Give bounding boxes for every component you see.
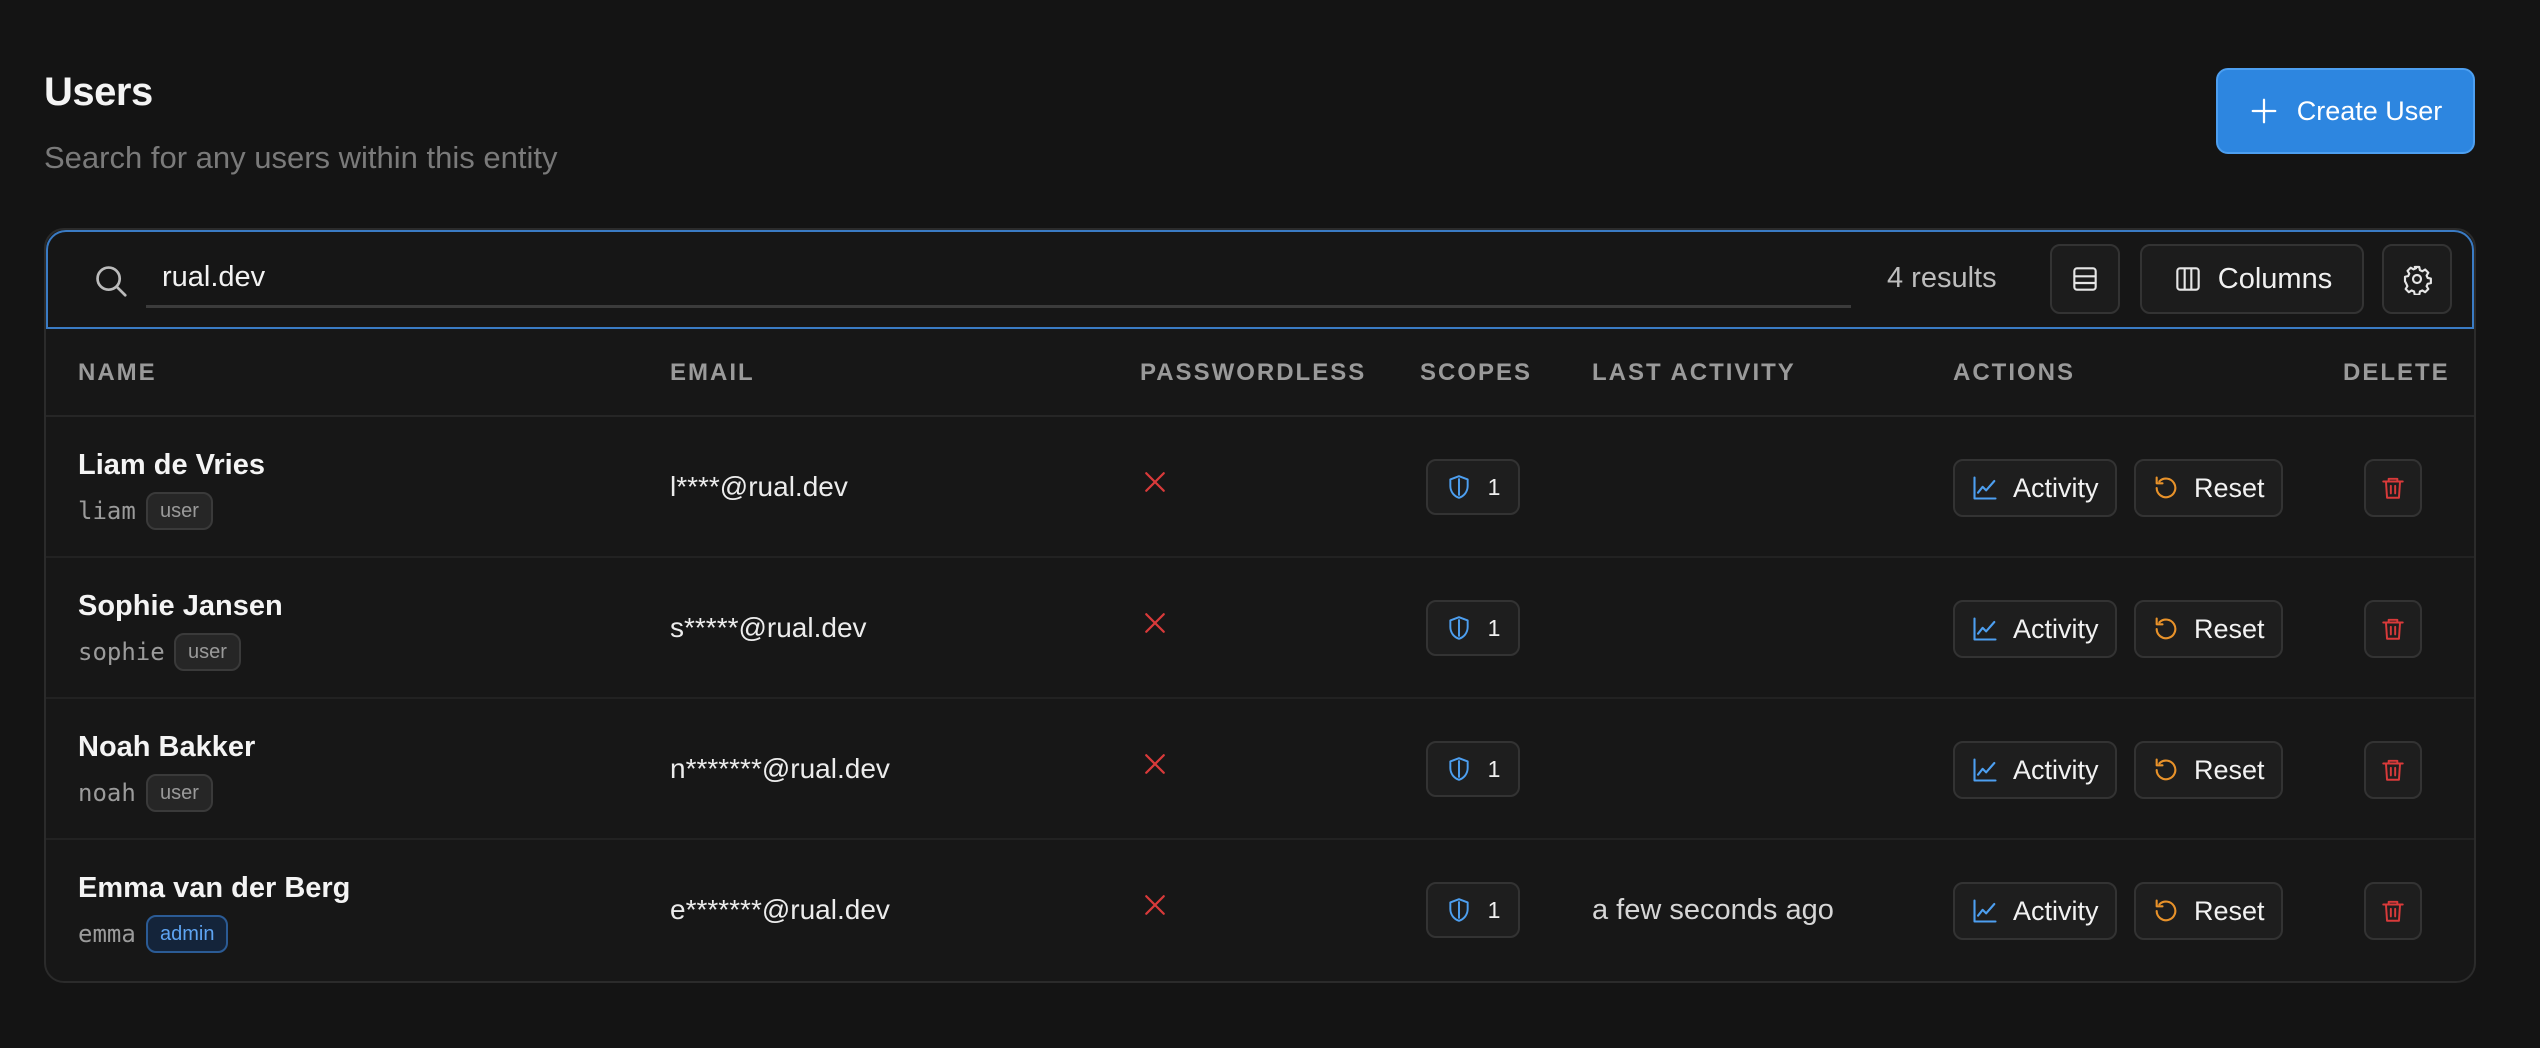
scopes-count: 1: [1487, 755, 1501, 782]
chart-line-icon: [1973, 476, 1997, 500]
reset-icon: [2155, 758, 2177, 781]
activity-label: Activity: [2013, 613, 2099, 644]
reset-button[interactable]: Reset: [2134, 741, 2283, 799]
x-icon: [1145, 754, 1165, 774]
activity-button[interactable]: Activity: [1953, 459, 2117, 517]
column-header-actions: ACTIONS: [1953, 359, 2075, 386]
user-username: liam: [78, 497, 136, 525]
shield-icon: [1448, 898, 1469, 922]
chart-line-icon: [1973, 899, 1997, 923]
reset-button[interactable]: Reset: [2134, 882, 2283, 940]
scopes-count: 1: [1487, 473, 1501, 500]
search-input[interactable]: [146, 250, 1851, 308]
scopes-badge[interactable]: 1: [1426, 741, 1520, 797]
columns-icon: [2176, 267, 2200, 291]
scopes-count: 1: [1487, 896, 1501, 923]
trash-icon: [2382, 477, 2404, 499]
trash-icon: [2382, 900, 2404, 922]
delete-button[interactable]: [2364, 882, 2422, 940]
scopes-badge[interactable]: 1: [1426, 459, 1520, 515]
trash-icon: [2382, 759, 2404, 781]
reset-label: Reset: [2194, 754, 2265, 785]
reset-label: Reset: [2194, 895, 2265, 926]
user-email: l****@rual.dev: [670, 471, 848, 502]
scopes-badge[interactable]: 1: [1426, 600, 1520, 656]
plus-icon: [2251, 98, 2277, 124]
reset-icon: [2155, 899, 2177, 922]
column-header-name: NAME: [78, 359, 157, 386]
user-username: noah: [78, 779, 136, 807]
gear-icon: [2403, 265, 2432, 295]
shield-icon: [1448, 757, 1469, 781]
role-badge: user: [174, 633, 241, 671]
columns-button[interactable]: Columns: [2140, 244, 2364, 314]
activity-label: Activity: [2013, 754, 2099, 785]
shield-icon: [1448, 475, 1469, 499]
scopes-count: 1: [1487, 614, 1501, 641]
table-row: Sophie Jansen sophie user s*****@rual.de…: [46, 558, 2474, 699]
reset-icon: [2155, 476, 2177, 499]
user-name: Emma van der Berg: [78, 872, 351, 904]
user-email: s*****@rual.dev: [670, 612, 867, 643]
density-toggle-button[interactable]: [2050, 244, 2120, 314]
last-activity: a few seconds ago: [1592, 894, 1834, 926]
user-name: Sophie Jansen: [78, 590, 283, 622]
user-name: Noah Bakker: [78, 731, 256, 763]
activity-button[interactable]: Activity: [1953, 882, 2117, 940]
rows-icon: [2073, 267, 2097, 291]
activity-button[interactable]: Activity: [1953, 600, 2117, 658]
table-row: Liam de Vries liam user l****@rual.dev 1…: [46, 417, 2474, 558]
column-header-email: EMAIL: [670, 359, 755, 386]
delete-button[interactable]: [2364, 741, 2422, 799]
activity-label: Activity: [2013, 472, 2099, 503]
user-username: emma: [78, 920, 136, 948]
chart-line-icon: [1973, 617, 1997, 641]
page-subtitle: Search for any users within this entity: [44, 140, 558, 175]
activity-label: Activity: [2013, 895, 2099, 926]
delete-button[interactable]: [2364, 600, 2422, 658]
search-icon: [96, 266, 127, 297]
reset-label: Reset: [2194, 613, 2265, 644]
scopes-badge[interactable]: 1: [1426, 882, 1520, 938]
settings-button[interactable]: [2382, 244, 2452, 314]
x-icon: [1145, 613, 1165, 633]
user-name: Liam de Vries: [78, 449, 265, 481]
table-row: Emma van der Berg emma admin e*******@ru…: [46, 840, 2474, 981]
x-icon: [1145, 895, 1165, 915]
chart-line-icon: [1973, 758, 1997, 782]
reset-button[interactable]: Reset: [2134, 600, 2283, 658]
column-header-scopes: SCOPES: [1420, 359, 1533, 386]
activity-button[interactable]: Activity: [1953, 741, 2117, 799]
columns-label: Columns: [2217, 262, 2333, 295]
column-header-last-activity: LAST ACTIVITY: [1592, 359, 1796, 386]
role-badge: admin: [146, 915, 229, 953]
role-badge: user: [146, 492, 213, 530]
trash-icon: [2382, 618, 2404, 640]
table-row: Noah Bakker noah user n*******@rual.dev …: [46, 699, 2474, 840]
create-user-button[interactable]: Create User: [2216, 68, 2475, 154]
reset-label: Reset: [2194, 472, 2265, 503]
search-bar: 4 results Columns: [46, 230, 2474, 329]
reset-button[interactable]: Reset: [2134, 459, 2283, 517]
x-icon: [1145, 472, 1165, 492]
users-page: Users Search for any users within this e…: [0, 0, 2540, 1048]
column-header-passwordless: PASSWORDLESS: [1140, 359, 1367, 386]
delete-button[interactable]: [2364, 459, 2422, 517]
shield-icon: [1448, 616, 1469, 640]
reset-icon: [2155, 617, 2177, 640]
column-header-delete: DELETE: [2343, 359, 2450, 386]
role-badge: user: [146, 774, 213, 812]
user-username: sophie: [78, 638, 165, 666]
create-user-label: Create User: [2296, 95, 2443, 126]
table-header: NAME EMAIL PASSWORDLESS SCOPES LAST ACTI…: [46, 329, 2474, 417]
user-email: n*******@rual.dev: [670, 753, 890, 784]
user-email: e*******@rual.dev: [670, 894, 890, 925]
users-table-card: 4 results Columns NAME EMAIL: [44, 228, 2476, 983]
results-count: 4 results: [1887, 262, 1997, 294]
page-title: Users: [44, 70, 153, 114]
